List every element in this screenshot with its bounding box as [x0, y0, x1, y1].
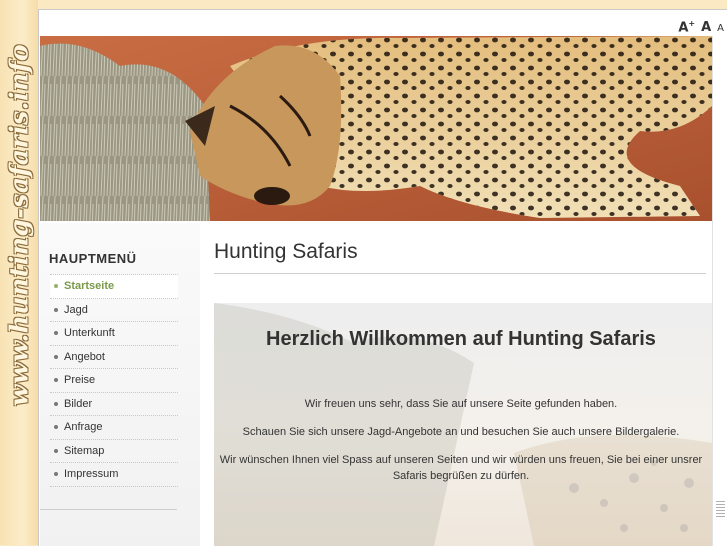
vertical-scrollbar[interactable]	[712, 36, 727, 546]
main-menu-title: HAUPTMENÜ	[49, 251, 137, 266]
side-logo: www.hunting-safaris.info	[0, 0, 38, 545]
font-decrease-button[interactable]: A	[717, 24, 724, 34]
bullet-icon	[54, 307, 58, 312]
site-vertical-name: www.hunting-safaris.info	[4, 43, 34, 407]
bullet-icon	[54, 284, 58, 289]
menu-item-unterkunft[interactable]: Unterkunft	[50, 322, 178, 346]
bullet-icon	[54, 378, 58, 383]
welcome-paragraph: Wir wünschen Ihnen viel Spass auf unsere…	[219, 454, 703, 482]
welcome-paragraph: Wir freuen uns sehr, dass Sie auf unsere…	[304, 398, 618, 410]
bullet-icon	[54, 354, 58, 359]
page-title: Hunting Safaris	[214, 240, 358, 263]
bullet-icon	[54, 401, 58, 406]
menu-item-bilder[interactable]: Bilder	[50, 393, 178, 416]
page-frame: A+ A A HAUPTMENÜ Startseite Jagd Unterku…	[38, 9, 727, 546]
font-increase-button[interactable]: A+	[678, 19, 695, 34]
bullet-icon	[54, 448, 58, 453]
bullet-icon	[54, 425, 58, 430]
menu-item-startseite[interactable]: Startseite	[50, 275, 178, 299]
title-divider	[214, 273, 706, 274]
welcome-paragraph: Schauen Sie sich unsere Jagd-Angebote an…	[242, 426, 680, 438]
main-menu: Startseite Jagd Unterkunft Angebot Preis…	[50, 274, 178, 487]
menu-item-anfrage[interactable]: Anfrage	[50, 416, 178, 440]
menu-item-preise[interactable]: Preise	[50, 369, 178, 393]
menu-item-angebot[interactable]: Angebot	[50, 346, 178, 369]
header-cheetah-image	[40, 36, 712, 221]
sidebar: HAUPTMENÜ Startseite Jagd Unterkunft Ang…	[40, 223, 200, 546]
menu-item-impressum[interactable]: Impressum	[50, 463, 178, 487]
font-size-controls: A+ A A	[678, 14, 724, 34]
menu-item-sitemap[interactable]: Sitemap	[50, 440, 178, 463]
bullet-icon	[54, 472, 58, 477]
sidebar-divider	[40, 509, 177, 510]
main-content: Hunting Safaris Herzlich Willkommen auf …	[214, 223, 712, 546]
menu-item-jagd[interactable]: Jagd	[50, 299, 178, 322]
welcome-heading: Herzlich Willkommen auf Hunting Safaris	[266, 328, 656, 350]
font-reset-button[interactable]: A	[701, 21, 711, 34]
bullet-icon	[54, 331, 58, 336]
welcome-box: Herzlich Willkommen auf Hunting Safaris …	[214, 303, 712, 546]
scrollbar-grip[interactable]	[716, 501, 725, 517]
